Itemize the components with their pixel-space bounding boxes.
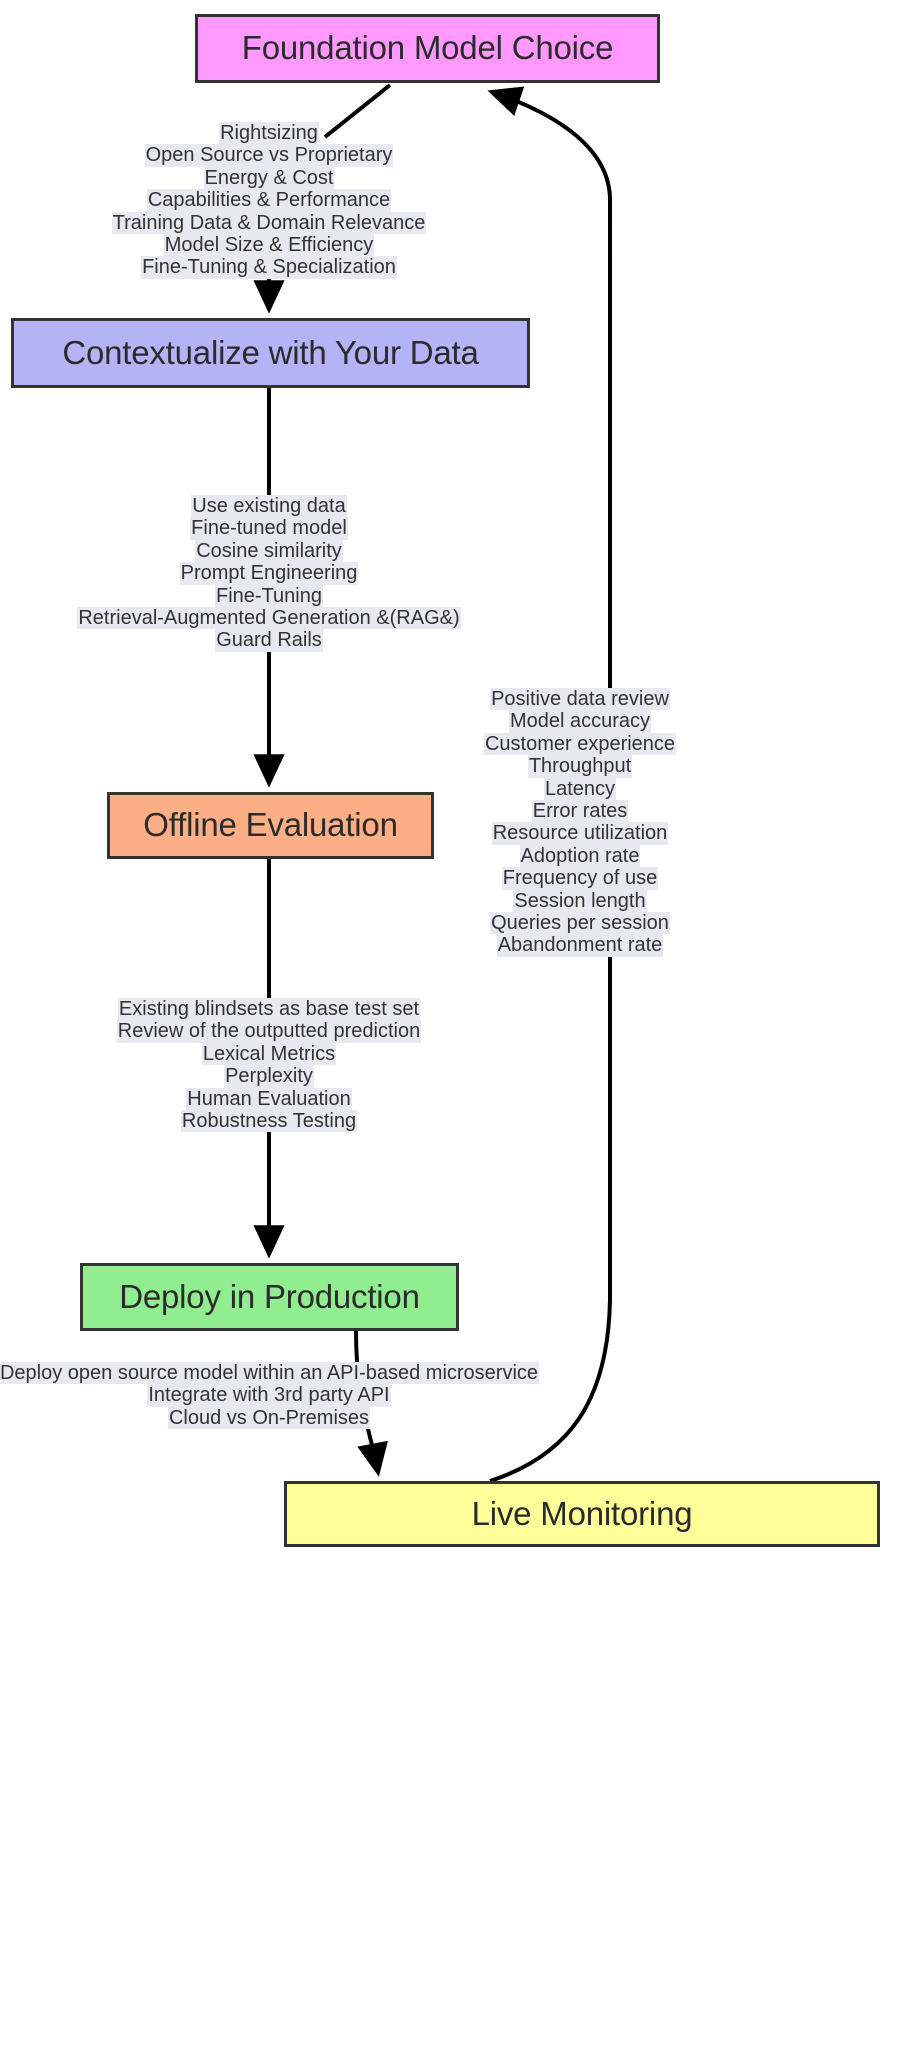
flowchart-canvas: Foundation Model Choice Contextualize wi… <box>0 0 899 2048</box>
edge-label: Fine-tuned model <box>190 517 348 540</box>
edge-label: Training Data & Domain Relevance <box>111 211 427 235</box>
edge-label: Integrate with 3rd party API <box>147 1384 391 1407</box>
node-foundation-model-choice[interactable]: Foundation Model Choice <box>195 14 660 83</box>
edge-label: Retrieval-Augmented Generation &(RAG&) <box>77 607 461 630</box>
node-live-monitoring[interactable]: Live Monitoring <box>284 1481 880 1547</box>
edge-label: Adoption rate <box>519 844 641 868</box>
edge-label: Capabilities & Performance <box>146 189 392 212</box>
edge-label: Use existing data <box>191 495 347 518</box>
edge-label: Deploy open source model within an API-b… <box>0 1362 540 1385</box>
edge-label: Latency <box>543 777 617 801</box>
edge-label: Review of the outputted prediction <box>116 1020 422 1043</box>
edge-label: Model accuracy <box>508 710 652 733</box>
node-label: Live Monitoring <box>471 1494 693 1532</box>
edge-label: Customer experience <box>483 732 677 756</box>
edge-label: Throughput <box>527 755 633 778</box>
edge-label: Session length <box>513 889 647 913</box>
edge-label: Existing blindsets as base test set <box>117 998 421 1021</box>
node-label: Foundation Model Choice <box>241 29 614 67</box>
edge-label: Abandonment rate <box>496 934 664 957</box>
edge-label: Energy & Cost <box>203 166 335 190</box>
edge-label-group-contextualize-to-offline-evaluation: Use existing data Fine-tuned model Cosine … <box>0 495 719 652</box>
edge-label: Fine-Tuning & Specialization <box>141 256 397 279</box>
edge-label: Fine-Tuning <box>215 584 323 608</box>
edge-label: Robustness Testing <box>180 1110 358 1133</box>
edge-label: Rightsizing <box>219 122 319 145</box>
node-deploy-in-production[interactable]: Deploy in Production <box>80 1263 459 1331</box>
node-contextualize-with-your-data[interactable]: Contextualize with Your Data <box>11 318 530 388</box>
edge-label: Error rates <box>531 800 629 823</box>
edge-label: Human Evaluation <box>186 1087 352 1111</box>
edge-label: Perplexity <box>224 1065 314 1088</box>
edge-label: Guard Rails <box>215 629 323 652</box>
edge-label-group-offline-evaluation-to-deploy: Existing blindsets as base test set Revie… <box>0 998 719 1133</box>
node-label: Deploy in Production <box>119 1277 420 1315</box>
edge-label: Cloud vs On-Premises <box>167 1406 371 1430</box>
edge-label: Cosine similarity <box>195 539 343 563</box>
edge-label: Open Source vs Proprietary <box>144 144 394 167</box>
edge-label: Queries per session <box>490 912 670 935</box>
edge-label: Model Size & Efficiency <box>163 234 375 257</box>
edge-label: Frequency of use <box>501 867 659 890</box>
edge-label: Resource utilization <box>491 822 669 845</box>
edge-label-group-live-monitoring-to-foundation: Positive data review Model accuracy Custom… <box>131 688 899 957</box>
edge-label-group-foundation-to-contextualize: Rightsizing Open Source vs Proprietary Ene… <box>0 122 719 279</box>
node-label: Contextualize with Your Data <box>62 333 479 371</box>
edge-label: Positive data review <box>490 688 670 711</box>
edge-label: Lexical Metrics <box>201 1042 337 1066</box>
edge-label-group-deploy-to-live-monitoring: Deploy open source model within an API-b… <box>0 1362 719 1430</box>
edge-label: Prompt Engineering <box>179 562 359 585</box>
